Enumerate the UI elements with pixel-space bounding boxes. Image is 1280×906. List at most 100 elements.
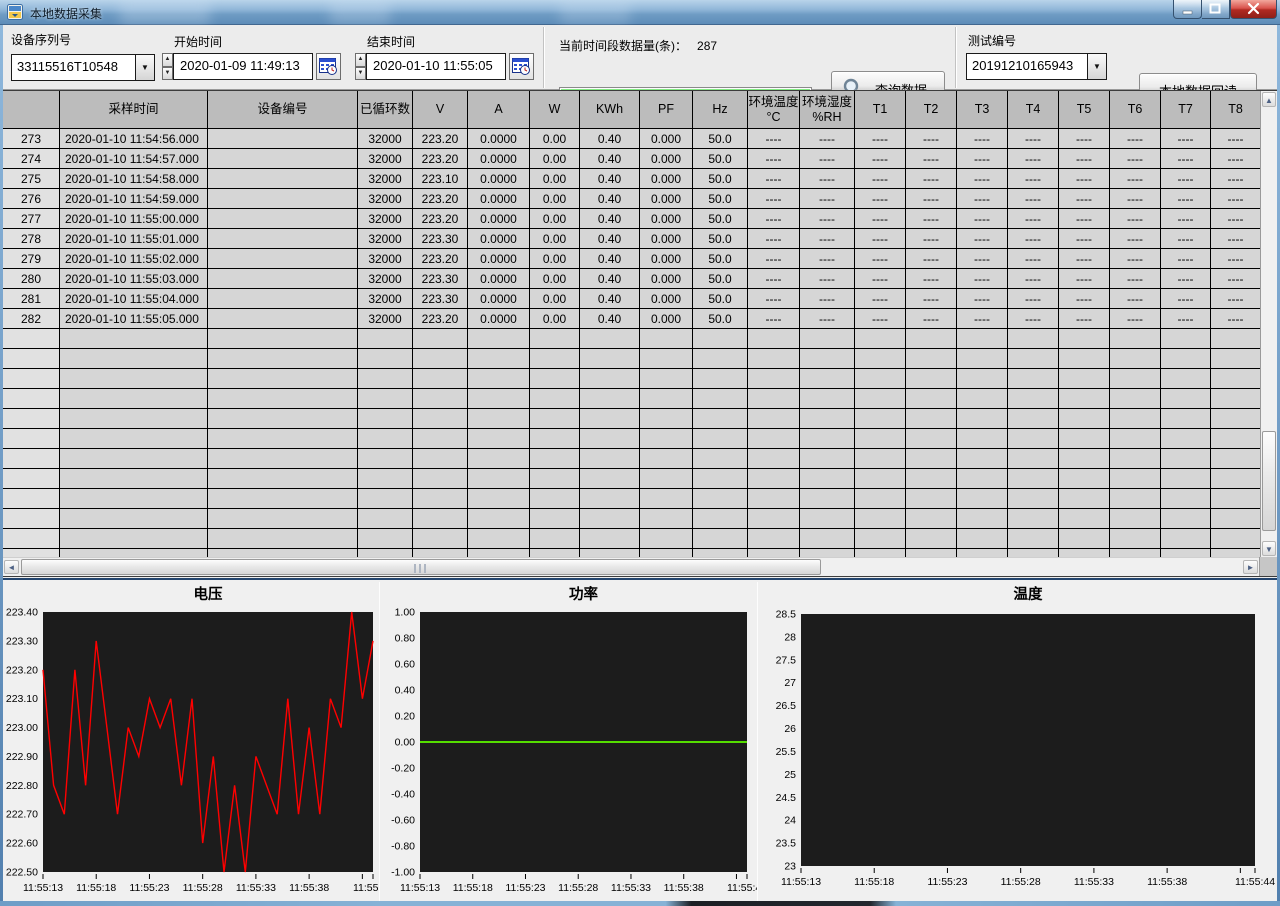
table-cell[interactable]: [580, 429, 640, 449]
table-cell[interactable]: ----: [1059, 269, 1110, 289]
table-cell[interactable]: 0.00: [530, 209, 580, 229]
table-cell[interactable]: [906, 389, 957, 409]
table-cell[interactable]: [1211, 469, 1261, 489]
scroll-right-icon[interactable]: ►: [1243, 560, 1258, 574]
table-cell[interactable]: [358, 429, 413, 449]
table-cell[interactable]: [208, 429, 358, 449]
table-cell[interactable]: [1110, 549, 1161, 557]
table-cell[interactable]: [1008, 389, 1059, 409]
table-cell[interactable]: 0.000: [640, 129, 693, 149]
table-cell[interactable]: ----: [748, 309, 800, 329]
table-cell[interactable]: 50.0: [693, 209, 748, 229]
start-time-input[interactable]: 2020-01-09 11:49:13: [173, 53, 313, 80]
table-cell[interactable]: [3, 469, 60, 489]
table-cell[interactable]: [413, 469, 468, 489]
table-cell[interactable]: [800, 489, 855, 509]
table-cell[interactable]: [693, 509, 748, 529]
table-cell[interactable]: 0.0000: [468, 129, 530, 149]
table-cell[interactable]: [640, 409, 693, 429]
table-cell[interactable]: [855, 489, 906, 509]
table-cell[interactable]: [468, 469, 530, 489]
table-cell[interactable]: [855, 389, 906, 409]
table-empty-row[interactable]: [3, 329, 1261, 349]
table-cell[interactable]: [906, 429, 957, 449]
table-cell[interactable]: [358, 469, 413, 489]
title-bar[interactable]: 本地数据采集: [0, 0, 1280, 25]
table-cell[interactable]: [748, 389, 800, 409]
table-cell[interactable]: ----: [1161, 149, 1211, 169]
table-cell[interactable]: [580, 489, 640, 509]
table-cell[interactable]: 0.000: [640, 209, 693, 229]
table-cell[interactable]: ----: [855, 149, 906, 169]
table-cell[interactable]: ----: [1008, 129, 1059, 149]
table-cell[interactable]: [208, 449, 358, 469]
table-cell[interactable]: [855, 329, 906, 349]
table-empty-row[interactable]: [3, 369, 1261, 389]
device-serial-combobox[interactable]: 33115516T10548 ▼: [11, 54, 155, 81]
table-cell[interactable]: [208, 229, 358, 249]
table-cell[interactable]: [580, 369, 640, 389]
table-cell[interactable]: [60, 349, 208, 369]
table-empty-row[interactable]: [3, 509, 1261, 529]
table-cell[interactable]: [1211, 349, 1261, 369]
table-cell[interactable]: ----: [800, 169, 855, 189]
table-cell[interactable]: [640, 489, 693, 509]
table-cell[interactable]: 276: [3, 189, 60, 209]
table-cell[interactable]: 0.40: [580, 149, 640, 169]
table-cell[interactable]: [1161, 489, 1211, 509]
table-cell[interactable]: [1161, 529, 1211, 549]
table-cell[interactable]: [748, 329, 800, 349]
table-cell[interactable]: [413, 329, 468, 349]
table-cell[interactable]: 223.30: [413, 289, 468, 309]
table-cell[interactable]: 223.10: [413, 169, 468, 189]
table-cell[interactable]: ----: [748, 289, 800, 309]
table-cell[interactable]: ----: [1161, 289, 1211, 309]
table-cell[interactable]: [530, 429, 580, 449]
table-cell[interactable]: [1161, 509, 1211, 529]
table-cell[interactable]: [530, 389, 580, 409]
table-cell[interactable]: [800, 449, 855, 469]
table-row[interactable]: 2772020-01-10 11:55:00.00032000223.200.0…: [3, 209, 1261, 229]
table-cell[interactable]: ----: [1161, 129, 1211, 149]
table-cell[interactable]: [1161, 409, 1211, 429]
table-cell[interactable]: 2020-01-10 11:55:01.000: [60, 229, 208, 249]
table-cell[interactable]: [580, 329, 640, 349]
table-cell[interactable]: ----: [957, 289, 1008, 309]
table-cell[interactable]: [800, 529, 855, 549]
table-cell[interactable]: [855, 469, 906, 489]
table-cell[interactable]: [208, 149, 358, 169]
table-cell[interactable]: ----: [957, 149, 1008, 169]
table-cell[interactable]: [640, 449, 693, 469]
table-cell[interactable]: [208, 169, 358, 189]
table-cell[interactable]: [208, 129, 358, 149]
table-cell[interactable]: [413, 389, 468, 409]
table-cell[interactable]: [358, 489, 413, 509]
table-cell[interactable]: 0.0000: [468, 229, 530, 249]
table-cell[interactable]: ----: [1110, 149, 1161, 169]
table-cell[interactable]: ----: [748, 249, 800, 269]
table-cell[interactable]: [3, 389, 60, 409]
table-cell[interactable]: [580, 529, 640, 549]
table-cell[interactable]: [693, 489, 748, 509]
table-cell[interactable]: 280: [3, 269, 60, 289]
table-cell[interactable]: 0.0000: [468, 169, 530, 189]
table-cell[interactable]: [957, 409, 1008, 429]
table-cell[interactable]: [855, 549, 906, 557]
table-empty-row[interactable]: [3, 389, 1261, 409]
table-cell[interactable]: [1161, 389, 1211, 409]
table-cell[interactable]: 32000: [358, 149, 413, 169]
table-cell[interactable]: [906, 549, 957, 557]
table-cell[interactable]: [208, 529, 358, 549]
table-cell[interactable]: [906, 529, 957, 549]
table-cell[interactable]: ----: [1211, 149, 1261, 169]
table-cell[interactable]: [358, 409, 413, 429]
table-cell[interactable]: [640, 329, 693, 349]
table-cell[interactable]: [3, 329, 60, 349]
table-empty-row[interactable]: [3, 349, 1261, 369]
table-cell[interactable]: 32000: [358, 169, 413, 189]
table-row[interactable]: 2802020-01-10 11:55:03.00032000223.300.0…: [3, 269, 1261, 289]
table-cell[interactable]: [530, 469, 580, 489]
table-cell[interactable]: 223.20: [413, 249, 468, 269]
table-cell[interactable]: ----: [1161, 169, 1211, 189]
table-cell[interactable]: [1211, 509, 1261, 529]
